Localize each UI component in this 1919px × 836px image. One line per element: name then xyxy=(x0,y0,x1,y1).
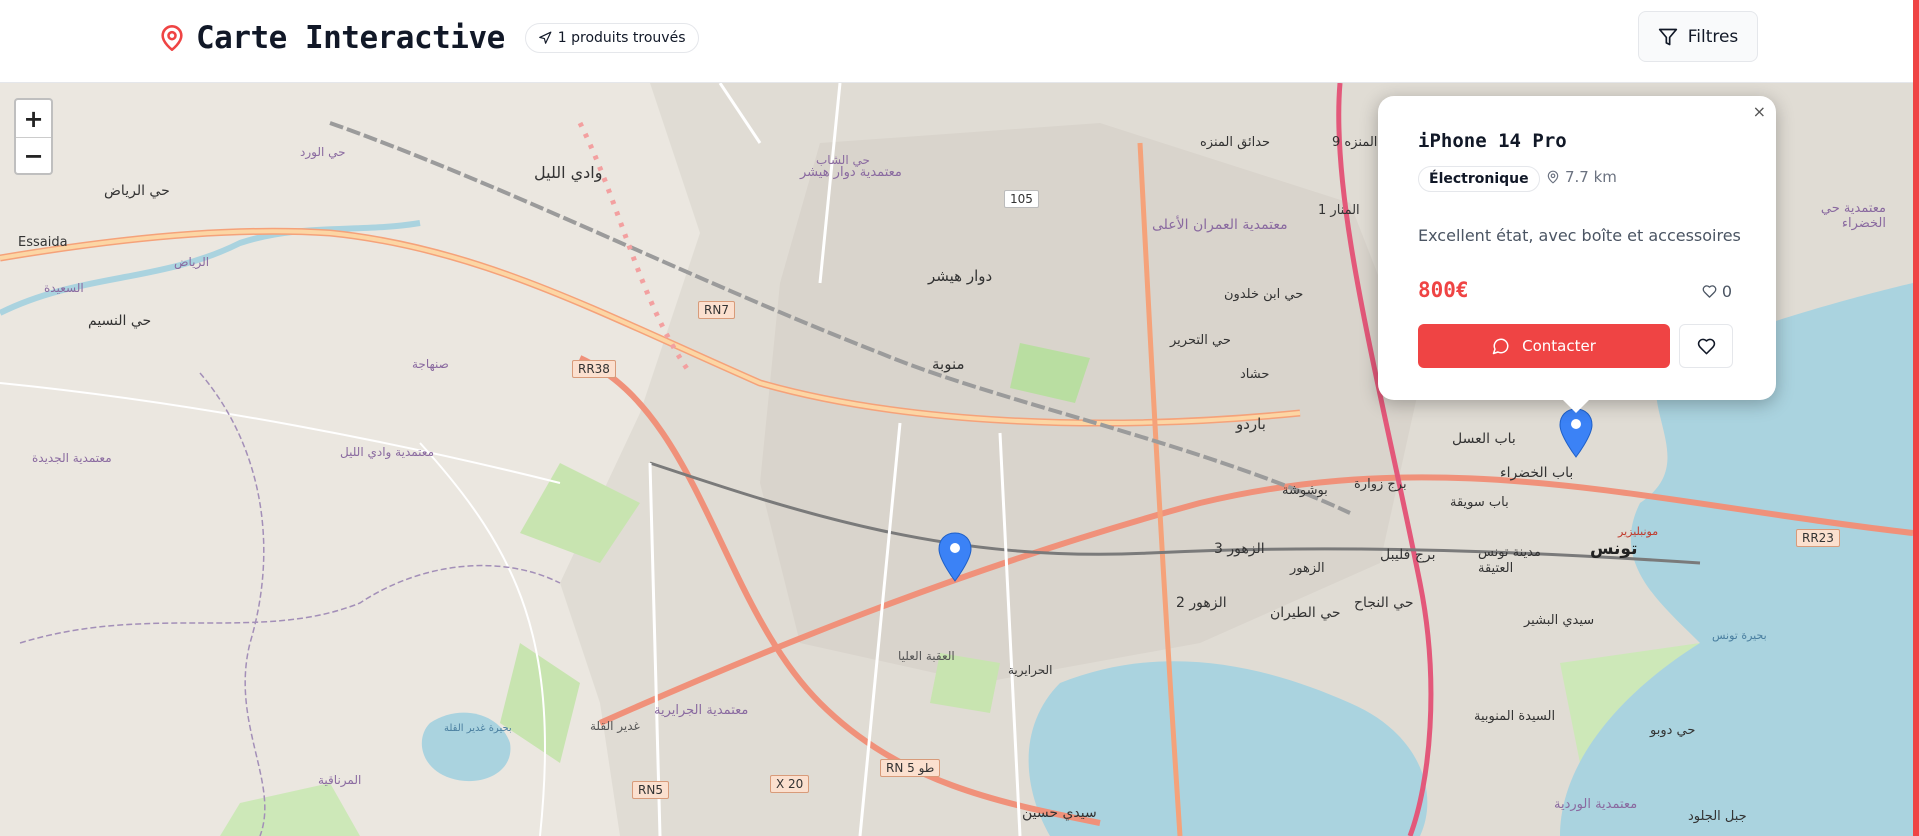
contact-label: Contacter xyxy=(1522,337,1596,355)
top-bar: Carte Interactive 1 produits trouvés Fil… xyxy=(0,0,1919,83)
place-label: حي الشاب xyxy=(816,153,870,167)
place-label: بوشوشة xyxy=(1282,483,1328,498)
favorite-button[interactable] xyxy=(1679,324,1733,368)
place-label: معتمدية دوار هيشر xyxy=(800,165,902,180)
place-label: الزهور 3 xyxy=(1214,541,1265,557)
road-label: RR23 xyxy=(1796,529,1840,547)
place-label: حي التحرير xyxy=(1170,333,1231,348)
road-label: RN5 xyxy=(632,781,669,799)
place-label: حي النسيم xyxy=(88,313,152,329)
product-popup: × iPhone 14 Pro Électronique 7.7 km Exce… xyxy=(1378,96,1776,400)
place-label: مدينة تونس العتيقة xyxy=(1478,545,1541,576)
place-label: حي النجاح xyxy=(1354,595,1414,611)
place-label: معتمدية الجديدة xyxy=(32,451,112,465)
place-label: معتمدية الوردية xyxy=(1554,797,1638,812)
popup-close-button[interactable]: × xyxy=(1753,102,1766,121)
place-label: معتمدية الجرايرية xyxy=(654,703,749,718)
title-group: Carte Interactive 1 produits trouvés xyxy=(158,20,699,56)
heart-icon xyxy=(1697,338,1715,354)
filters-button[interactable]: Filtres xyxy=(1638,11,1758,62)
place-label: الزهور xyxy=(1290,561,1325,576)
place-label: معتمدية العمران الأعلى xyxy=(1152,217,1288,233)
place-label: الحرايرية xyxy=(1008,663,1053,677)
road-label: RR38 xyxy=(572,360,616,378)
place-label: المنزه 9 xyxy=(1332,135,1378,150)
place-label: سيدي البشير xyxy=(1524,613,1595,628)
product-title: iPhone 14 Pro xyxy=(1418,130,1567,152)
zoom-control: + − xyxy=(14,98,53,175)
likes-count-text: 0 xyxy=(1721,282,1732,301)
message-circle-icon xyxy=(1492,338,1509,355)
marker-dot xyxy=(950,543,960,553)
place-label: بحيرة غدير القلة xyxy=(444,723,512,734)
place-label: باردو xyxy=(1236,415,1266,433)
place-label: غدير القلة xyxy=(590,719,640,733)
place-label: برج فليبل xyxy=(1380,547,1436,563)
place-label: تونس xyxy=(1590,539,1638,559)
road-label: 105 xyxy=(1004,190,1039,208)
place-label: باب سويقة xyxy=(1450,495,1509,510)
marker-dot xyxy=(1571,419,1581,429)
distance-info: 7.7 km xyxy=(1546,168,1617,186)
place-label: الرياض xyxy=(174,255,210,269)
page-edge-bar xyxy=(1913,0,1919,836)
likes-count: 0 xyxy=(1702,282,1732,301)
place-label: دوار هيشر xyxy=(928,267,993,285)
road-label: X 20 xyxy=(770,775,810,793)
contact-button[interactable]: Contacter xyxy=(1418,324,1670,368)
distance-text: 7.7 km xyxy=(1565,168,1617,186)
place-label: حدائق المنزه xyxy=(1200,135,1271,150)
zoom-in-button[interactable]: + xyxy=(16,100,51,137)
filter-icon xyxy=(1658,28,1677,45)
product-price: 800€ xyxy=(1418,278,1469,302)
place-label: العقبة العليا xyxy=(898,649,955,663)
place-label: بحيرة تونس xyxy=(1712,629,1767,642)
place-label: Essaida xyxy=(18,235,68,250)
product-marker-pin[interactable] xyxy=(938,532,972,582)
place-label: منوبة xyxy=(932,355,965,373)
navigation-arrow-icon xyxy=(538,31,552,44)
place-label: جبل الجلود xyxy=(1688,809,1747,824)
road-label: RN7 xyxy=(698,301,735,319)
category-badge: Électronique xyxy=(1418,166,1540,192)
popup-pointer xyxy=(1562,399,1590,413)
place-label: الزهور 2 xyxy=(1176,595,1227,611)
page-title: Carte Interactive xyxy=(196,20,505,56)
place-label: حشاد xyxy=(1240,367,1270,382)
results-count-text: 1 produits trouvés xyxy=(557,30,686,46)
place-label: سيدي حسين xyxy=(1022,805,1097,821)
place-label: مونبليزير xyxy=(1618,525,1659,538)
zoom-out-button[interactable]: − xyxy=(16,137,51,174)
place-label: حي الرياض xyxy=(104,183,170,199)
place-label: حي الطيران xyxy=(1270,605,1341,621)
place-label: باب العسل xyxy=(1452,431,1516,447)
place-label: معتمدية حي الخضراء xyxy=(1820,201,1886,231)
results-count-badge: 1 produits trouvés xyxy=(524,23,699,53)
filters-label: Filtres xyxy=(1687,26,1739,47)
place-label: وادي الليل xyxy=(534,163,603,182)
place-label: حي ابن خلدون xyxy=(1224,287,1304,302)
place-label: برج زوارة xyxy=(1354,477,1407,492)
place-label: حي الورد xyxy=(300,145,346,159)
place-label: المرناقية xyxy=(318,773,362,787)
place-label: السعيدة xyxy=(44,281,84,295)
place-label: المنار 1 xyxy=(1318,203,1360,218)
road-label: RN 5 طو xyxy=(880,759,941,777)
place-label: معتمدية وادي الليل xyxy=(340,445,435,459)
place-label: صنهاجة xyxy=(412,357,449,371)
product-description: Excellent état, avec boîte et accessoire… xyxy=(1418,226,1741,245)
selected-product-marker-pin[interactable] xyxy=(1559,408,1593,458)
place-label: السيدة المنوبية xyxy=(1474,709,1556,724)
map-pin-icon xyxy=(161,25,183,51)
place-label: باب الخضراء xyxy=(1500,465,1574,481)
location-pin-icon xyxy=(1547,170,1559,184)
heart-icon xyxy=(1702,285,1717,298)
place-label: حي دوبو xyxy=(1650,723,1696,738)
